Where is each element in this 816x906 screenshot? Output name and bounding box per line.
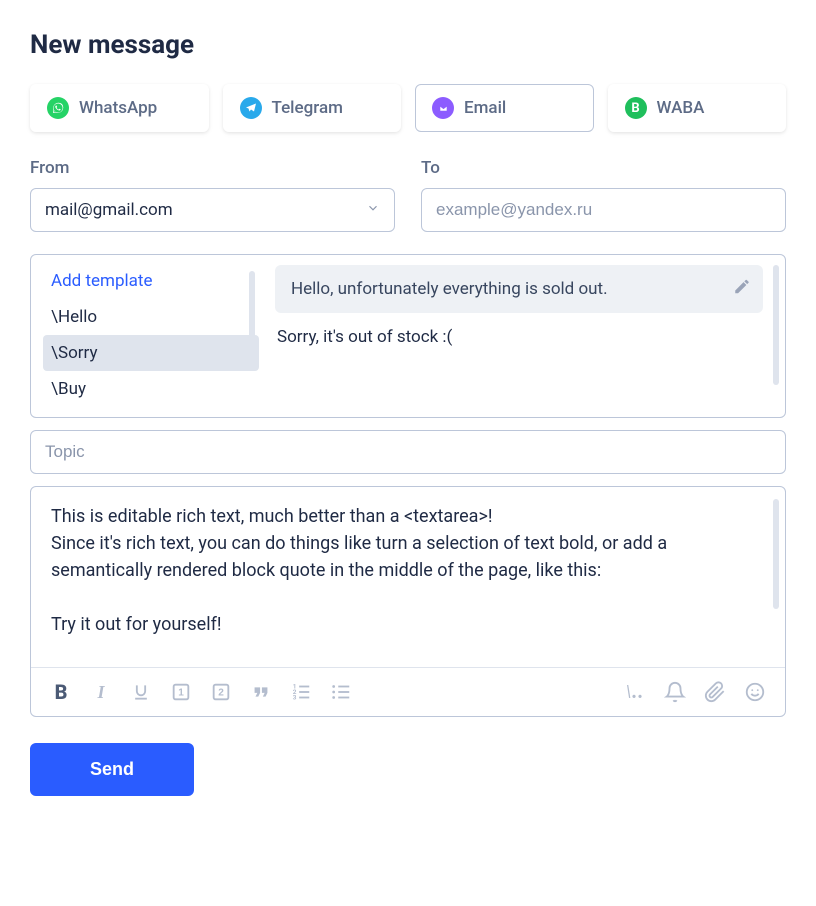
- italic-icon[interactable]: I: [87, 678, 115, 706]
- telegram-icon: [240, 97, 262, 119]
- editor-toolbar: B I 1 2 123 \..: [31, 667, 785, 716]
- channel-whatsapp[interactable]: WhatsApp: [30, 84, 209, 132]
- channel-label: WhatsApp: [79, 98, 157, 118]
- editor-body[interactable]: This is editable rich text, much better …: [31, 487, 785, 667]
- add-template-link[interactable]: Add template: [43, 265, 259, 299]
- bell-icon[interactable]: [661, 678, 689, 706]
- heading2-icon[interactable]: 2: [207, 678, 235, 706]
- attachment-icon[interactable]: [701, 678, 729, 706]
- topic-input[interactable]: [45, 442, 771, 462]
- quote-icon[interactable]: [247, 678, 275, 706]
- template-preview-text: Sorry, it's out of stock :(: [275, 327, 763, 347]
- to-input-wrap[interactable]: [421, 188, 786, 232]
- channel-selector: WhatsApp Telegram Email B WABA: [30, 84, 786, 132]
- channel-label: Telegram: [272, 98, 343, 118]
- channel-label: Email: [464, 98, 506, 118]
- template-item[interactable]: \Buy: [43, 371, 259, 407]
- to-label: To: [421, 158, 786, 178]
- bold-icon[interactable]: B: [47, 678, 75, 706]
- topic-field[interactable]: [30, 430, 786, 474]
- whatsapp-icon: [47, 97, 69, 119]
- channel-label: WABA: [657, 98, 705, 118]
- channel-waba[interactable]: B WABA: [608, 84, 787, 132]
- template-preview-card-text: Hello, unfortunately everything is sold …: [291, 279, 608, 299]
- template-list: Add template \Hello \Sorry \Buy: [43, 265, 259, 407]
- template-item[interactable]: \Sorry: [43, 335, 259, 371]
- template-preview-card: Hello, unfortunately everything is sold …: [275, 265, 763, 313]
- emoji-icon[interactable]: [741, 678, 769, 706]
- editor-panel: This is editable rich text, much better …: [30, 486, 786, 717]
- from-label: From: [30, 158, 395, 178]
- editor-scrollbar[interactable]: [773, 499, 779, 609]
- ordered-list-icon[interactable]: 123: [287, 678, 315, 706]
- svg-text:1: 1: [178, 688, 184, 699]
- svg-text:2: 2: [218, 688, 224, 699]
- edit-icon[interactable]: [733, 278, 751, 301]
- waba-icon: B: [625, 97, 647, 119]
- send-button[interactable]: Send: [30, 743, 194, 796]
- svg-text:3: 3: [293, 693, 297, 701]
- panel-scrollbar[interactable]: [773, 265, 779, 385]
- channel-email[interactable]: Email: [415, 84, 594, 132]
- heading1-icon[interactable]: 1: [167, 678, 195, 706]
- template-insert-icon[interactable]: \..: [621, 678, 649, 706]
- bullet-list-icon[interactable]: [327, 678, 355, 706]
- email-icon: [432, 97, 454, 119]
- from-select[interactable]: mail@gmail.com: [30, 188, 395, 232]
- chevron-down-icon: [366, 200, 380, 220]
- from-value: mail@gmail.com: [45, 200, 173, 220]
- inner-scrollbar[interactable]: [249, 271, 255, 351]
- template-item[interactable]: \Hello: [43, 299, 259, 335]
- to-input[interactable]: [436, 200, 771, 220]
- page-title: New message: [30, 30, 786, 60]
- channel-telegram[interactable]: Telegram: [223, 84, 402, 132]
- underline-icon[interactable]: [127, 678, 155, 706]
- template-panel: Add template \Hello \Sorry \Buy Hello, u…: [30, 254, 786, 418]
